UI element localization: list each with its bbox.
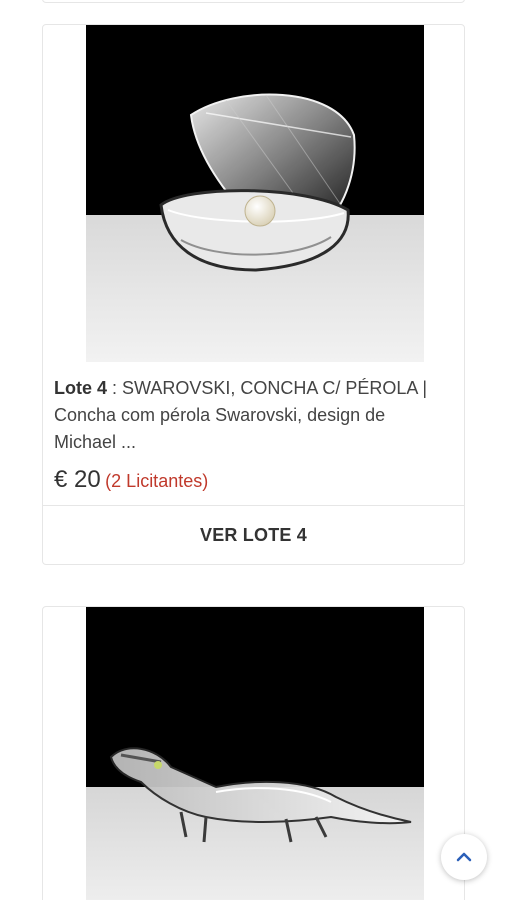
lot-card: Lote 4 : SWAROVSKI, CONCHA C/ PÉROLA | C… bbox=[42, 24, 465, 565]
lot-title[interactable]: Lote 4 : SWAROVSKI, CONCHA C/ PÉROLA | C… bbox=[54, 375, 434, 456]
current-price: € 20 bbox=[54, 466, 101, 493]
chevron-up-icon bbox=[456, 852, 472, 862]
lot-photo-shell-with-pearl[interactable] bbox=[86, 25, 424, 362]
lot-photo-crystal-crocodile[interactable] bbox=[86, 607, 424, 900]
lot-number-label: Lote 4 bbox=[54, 378, 108, 398]
lot-card-next bbox=[42, 606, 465, 900]
lot-separator: : bbox=[107, 378, 123, 398]
auction-lot-list: Lote 4 : SWAROVSKI, CONCHA C/ PÉROLA | C… bbox=[0, 0, 507, 900]
price-row: € 20 (2 Licitantes) bbox=[54, 466, 208, 496]
view-lot-button[interactable]: VER LOTE 4 bbox=[43, 506, 464, 565]
bidders-count-link[interactable]: (2 Licitantes) bbox=[105, 471, 208, 491]
scroll-to-top-button[interactable] bbox=[441, 834, 487, 880]
lot-card-previous bbox=[42, 0, 465, 3]
